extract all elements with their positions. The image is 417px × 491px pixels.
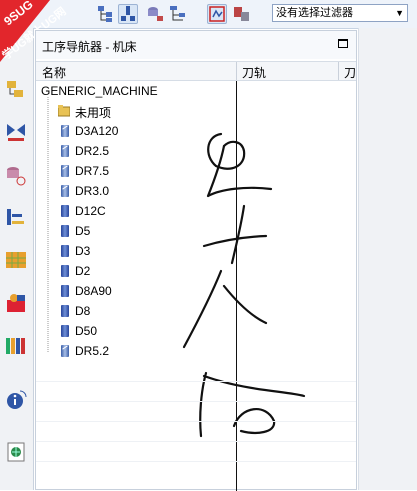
column-toolpath[interactable]: 刀轨 (242, 64, 266, 81)
tool-label: D12C (75, 204, 106, 218)
machine-tool-view-icon[interactable] (118, 4, 138, 24)
grid-line (36, 421, 356, 422)
graphics-area-edge (358, 28, 417, 490)
end-mill-icon (61, 285, 69, 297)
panel-title-bar: 工序导航器 - 机床 (36, 31, 356, 59)
tree-row-tool[interactable]: DR2.5 (36, 141, 356, 161)
history-icon[interactable] (4, 334, 28, 358)
tool-label: D5 (75, 224, 91, 238)
grid-line (36, 401, 356, 402)
operation-navigator-panel: 工序导航器 - 机床 名称 刀轨 刀 GENERIC_MACHINE 未用项 D… (35, 30, 357, 491)
tool-label: DR5.2 (75, 344, 110, 358)
end-mill-icon (61, 225, 69, 237)
tree-row-tool[interactable]: D2 (36, 261, 356, 281)
program-order-view-icon[interactable] (96, 4, 116, 24)
column-divider[interactable] (338, 62, 339, 80)
ball-mill-icon (61, 185, 69, 197)
chevron-down-icon[interactable]: ▼ (395, 5, 404, 21)
resource-bar (0, 28, 34, 490)
column-header: 名称 刀轨 刀 (36, 61, 356, 81)
reuse-library-icon[interactable] (4, 248, 28, 272)
tree-row-root[interactable]: GENERIC_MACHINE (36, 81, 356, 101)
tool-label: D3 (75, 244, 91, 258)
column-name[interactable]: 名称 (42, 64, 66, 81)
ball-mill-icon (61, 145, 69, 157)
tool-label: D2 (75, 264, 91, 278)
column-extra[interactable]: 刀 (344, 64, 356, 81)
manufacturing-op-icon[interactable] (207, 4, 227, 24)
folder-icon (58, 105, 70, 117)
maximize-icon[interactable] (338, 39, 348, 48)
roles-icon[interactable] (4, 292, 28, 316)
ball-mill-icon (61, 125, 69, 137)
web-browser-icon[interactable] (4, 440, 28, 464)
toolpath-column-line (236, 81, 237, 491)
grid-line (36, 461, 356, 462)
end-mill-icon (61, 305, 69, 317)
end-mill-icon (61, 205, 69, 217)
end-mill-icon (61, 245, 69, 257)
tool-label: D8A90 (75, 284, 112, 298)
tool-label: DR7.5 (75, 164, 110, 178)
end-mill-icon (61, 265, 69, 277)
tree-row-tool[interactable]: D5 (36, 221, 356, 241)
tree-row-tool[interactable]: DR5.2 (36, 341, 356, 361)
tree-root-label: GENERIC_MACHINE (41, 84, 158, 98)
tool-label: DR2.5 (75, 144, 110, 158)
column-divider[interactable] (236, 62, 237, 80)
tree-row-tool[interactable]: D50 (36, 321, 356, 341)
grid-line (36, 441, 356, 442)
geometry-view-icon[interactable] (145, 4, 165, 24)
panel-title: 工序导航器 - 机床 (42, 40, 137, 54)
tool-label: D50 (75, 324, 98, 338)
machine-tool-navigator-icon[interactable] (4, 120, 28, 144)
tree-row-tool[interactable]: D12C (36, 201, 356, 221)
tree-row-tool[interactable]: D8A90 (36, 281, 356, 301)
operation-navigator-icon[interactable] (4, 78, 28, 102)
tool-label: D8 (75, 304, 91, 318)
tool-label: D3A120 (75, 124, 119, 138)
filter-select[interactable]: 没有选择过滤器 ▼ (272, 4, 408, 22)
tree-row-tool[interactable]: D8 (36, 301, 356, 321)
tree-row-unused[interactable]: 未用项 (36, 101, 356, 121)
tree-row-tool[interactable]: D3 (36, 241, 356, 261)
machining-method-view-icon[interactable] (168, 4, 188, 24)
assembly-navigator-icon[interactable] (4, 206, 28, 230)
ball-mill-icon (61, 165, 69, 177)
grid-line (36, 381, 356, 382)
ball-mill-icon (61, 345, 69, 357)
tree-unused-label: 未用项 (75, 106, 112, 120)
info-icon[interactable] (4, 388, 28, 412)
tree-row-tool[interactable]: DR7.5 (36, 161, 356, 181)
tree-row-tool[interactable]: D3A120 (36, 121, 356, 141)
part-navigator-icon[interactable] (4, 164, 28, 188)
tool-path-icon[interactable] (232, 4, 252, 24)
filter-select-value: 没有选择过滤器 (276, 7, 353, 19)
tool-label: DR3.0 (75, 184, 110, 198)
tree-row-tool[interactable]: DR3.0 (36, 181, 356, 201)
end-mill-icon (61, 325, 69, 337)
